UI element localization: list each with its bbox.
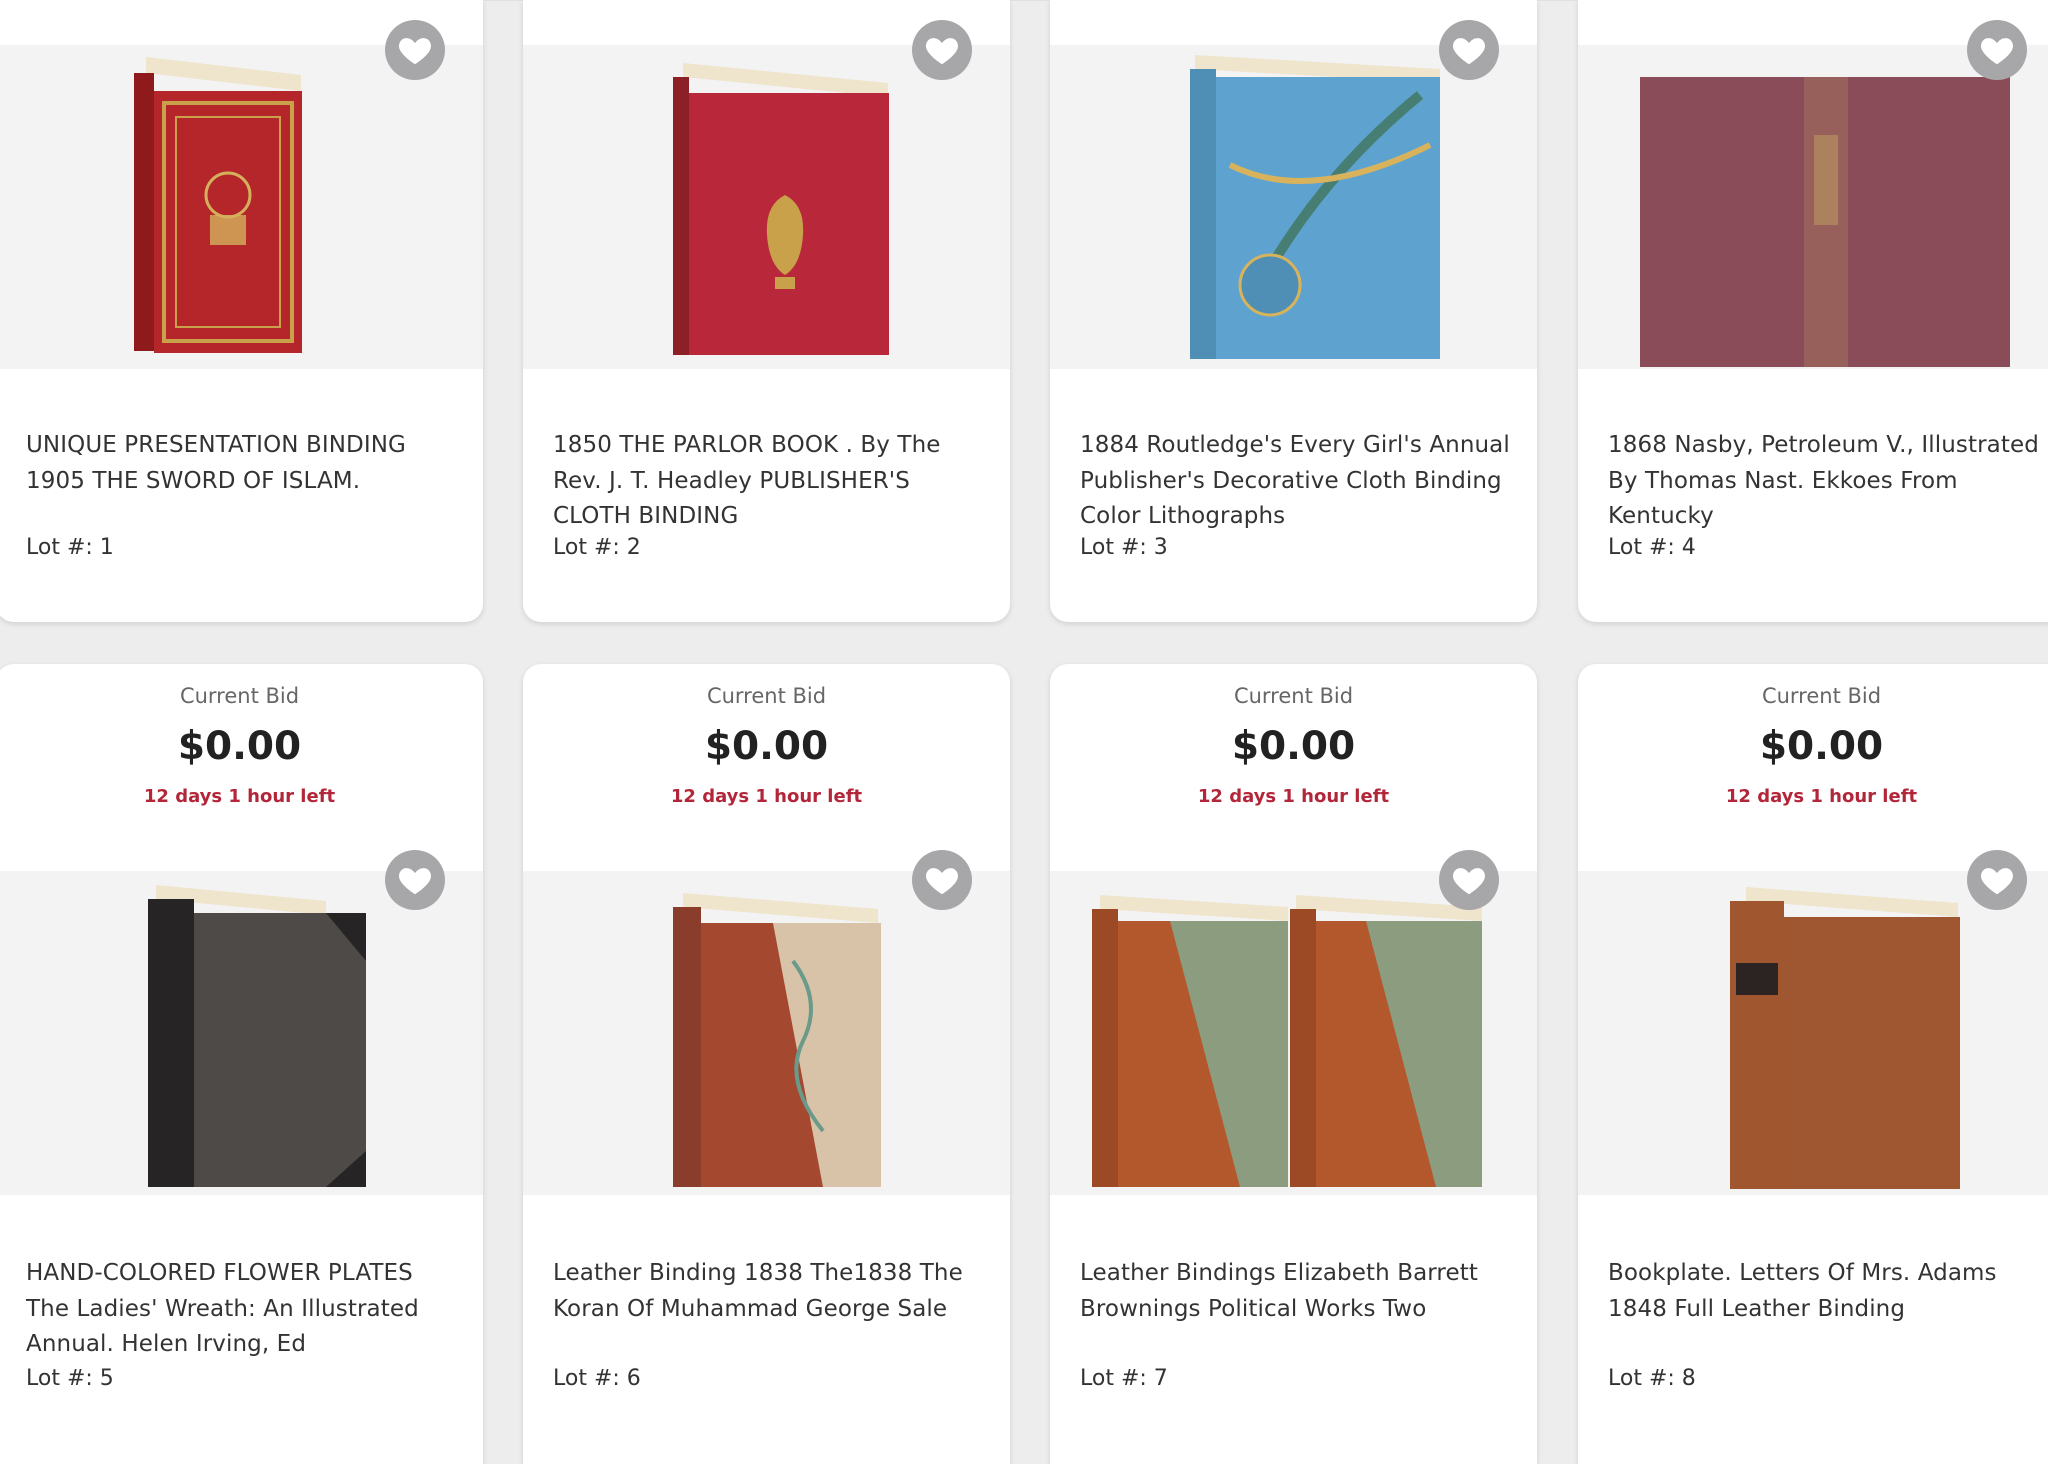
lot-card-4[interactable]: 1868 Nasby, Petroleum V., Illustrated By… (1578, 0, 2048, 622)
lot-image[interactable] (523, 871, 1010, 1195)
lot-card-6[interactable]: Current Bid $0.00 12 days 1 hour left Le… (523, 664, 1010, 1464)
favorite-button[interactable] (1967, 20, 2027, 80)
book-photo (1730, 887, 1960, 1189)
lot-title[interactable]: Leather Binding 1838 The1838 The Koran O… (553, 1256, 990, 1327)
current-bid-amount: $0.00 (704, 724, 829, 769)
lot-image[interactable] (0, 871, 483, 1195)
favorite-button[interactable] (385, 20, 445, 80)
lot-number: Lot #: 5 (26, 1366, 114, 1391)
lot-image[interactable] (1050, 871, 1537, 1195)
book-photo (148, 885, 366, 1187)
book-photo (673, 893, 881, 1187)
book-photo (1190, 55, 1440, 359)
lot-title[interactable]: 1868 Nasby, Petroleum V., Illustrated By… (1608, 428, 2045, 535)
time-left: 12 days 1 hour left (143, 786, 336, 807)
favorite-button[interactable] (385, 850, 445, 910)
lot-title[interactable]: Leather Bindings Elizabeth Barrett Brown… (1080, 1256, 1517, 1327)
lot-card-2[interactable]: 1850 THE PARLOR BOOK . By The Rev. J. T.… (523, 0, 1010, 622)
favorite-button[interactable] (912, 20, 972, 80)
lot-number: Lot #: 1 (26, 535, 114, 560)
lot-card-5[interactable]: Current Bid $0.00 12 days 1 hour left HA… (0, 664, 483, 1464)
current-bid-amount: $0.00 (177, 724, 302, 769)
time-left: 12 days 1 hour left (1725, 786, 1918, 807)
lot-card-7[interactable]: Current Bid $0.00 12 days 1 hour left Le… (1050, 664, 1537, 1464)
current-bid-amount: $0.00 (1759, 724, 1884, 769)
heart-icon (399, 868, 431, 895)
lot-number: Lot #: 7 (1080, 1366, 1168, 1391)
current-bid-label: Current Bid (1233, 684, 1354, 708)
lot-number: Lot #: 3 (1080, 535, 1168, 560)
lot-title[interactable]: HAND-COLORED FLOWER PLATES The Ladies' W… (26, 1256, 463, 1363)
book-photo (1092, 895, 1482, 1187)
heart-icon (1453, 868, 1485, 895)
current-bid-label: Current Bid (706, 684, 827, 708)
lot-card-1[interactable]: UNIQUE PRESENTATION BINDING 1905 THE SWO… (0, 0, 483, 622)
lot-number: Lot #: 4 (1608, 535, 1696, 560)
lot-title[interactable]: UNIQUE PRESENTATION BINDING 1905 THE SWO… (26, 428, 463, 499)
book-photo (1640, 77, 2010, 367)
lot-image[interactable] (1578, 45, 2048, 369)
favorite-button[interactable] (1967, 850, 2027, 910)
time-left: 12 days 1 hour left (670, 786, 863, 807)
current-bid-label: Current Bid (1761, 684, 1882, 708)
book-photo (673, 63, 889, 355)
heart-icon (399, 38, 431, 65)
lot-number: Lot #: 2 (553, 535, 641, 560)
lot-image[interactable] (1578, 871, 2048, 1195)
lot-image[interactable] (0, 45, 483, 369)
time-left: 12 days 1 hour left (1197, 786, 1390, 807)
lot-image[interactable] (523, 45, 1010, 369)
lot-title[interactable]: 1850 THE PARLOR BOOK . By The Rev. J. T.… (553, 428, 990, 535)
heart-icon (1981, 38, 2013, 65)
lot-title[interactable]: 1884 Routledge's Every Girl's Annual Pub… (1080, 428, 1517, 535)
lot-title[interactable]: Bookplate. Letters Of Mrs. Adams 1848 Fu… (1608, 1256, 2045, 1327)
heart-icon (1453, 38, 1485, 65)
book-photo (134, 57, 302, 353)
lot-image[interactable] (1050, 45, 1537, 369)
lot-number: Lot #: 6 (553, 1366, 641, 1391)
favorite-button[interactable] (1439, 850, 1499, 910)
favorite-button[interactable] (1439, 20, 1499, 80)
favorite-button[interactable] (912, 850, 972, 910)
current-bid-label: Current Bid (179, 684, 300, 708)
heart-icon (926, 38, 958, 65)
current-bid-amount: $0.00 (1231, 724, 1356, 769)
lot-card-8[interactable]: Current Bid $0.00 12 days 1 hour left Bo… (1578, 664, 2048, 1464)
heart-icon (926, 868, 958, 895)
lot-card-3[interactable]: 1884 Routledge's Every Girl's Annual Pub… (1050, 0, 1537, 622)
heart-icon (1981, 868, 2013, 895)
lot-number: Lot #: 8 (1608, 1366, 1696, 1391)
